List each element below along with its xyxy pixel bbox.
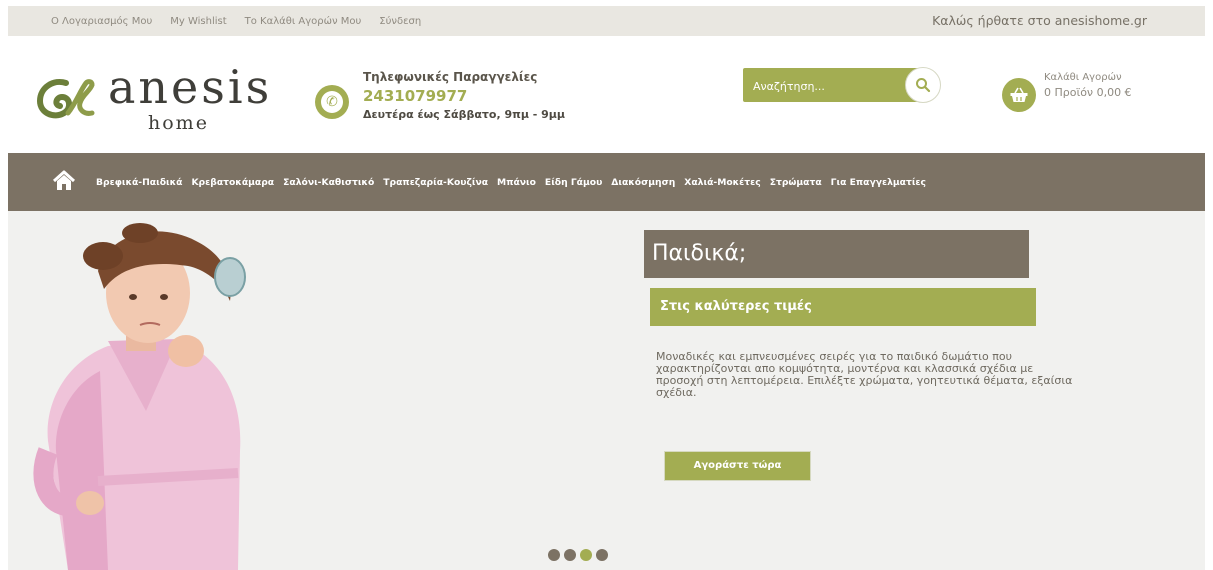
- search-icon: [916, 78, 931, 93]
- wishlist-link[interactable]: My Wishlist: [170, 16, 226, 27]
- nav-item-rugs-carpets[interactable]: Χαλιά-Μοκέτες: [684, 177, 760, 188]
- slide-description: Μοναδικές και εμπνευσμένες σειρές για το…: [656, 350, 1073, 399]
- nav-item-decoration[interactable]: Διακόσμηση: [611, 177, 675, 188]
- logo-swirl-icon[interactable]: [36, 73, 96, 121]
- shop-now-button[interactable]: Αγοράστε τώρα: [665, 452, 810, 480]
- welcome-message: Καλώς ήρθατε στο anesishome.gr: [932, 13, 1147, 28]
- home-icon[interactable]: [52, 169, 76, 193]
- slider-pagination: [548, 549, 608, 561]
- slide-title: Παιδικά;: [644, 230, 1029, 278]
- nav-item-bedroom[interactable]: Κρεβατοκάμαρα: [191, 177, 274, 188]
- main-navigation: Βρεφικά-Παιδικά Κρεβατοκάμαρα Σαλόνι-Καθ…: [8, 153, 1205, 211]
- account-links: Ο Λογαριασμός Μου My Wishlist Το Καλάθι …: [51, 6, 421, 36]
- slider-dot-4[interactable]: [596, 549, 608, 561]
- logo-wordmark[interactable]: anesis: [108, 64, 272, 110]
- slide-subtitle: Στις καλύτερες τιμές: [650, 288, 1036, 326]
- slider-dot-2[interactable]: [564, 549, 576, 561]
- my-account-link[interactable]: Ο Λογαριασμός Μου: [51, 16, 152, 27]
- search-box: [743, 67, 941, 103]
- search-input[interactable]: [751, 75, 905, 97]
- cart-button[interactable]: [1002, 78, 1036, 112]
- cart-summary[interactable]: 0 Προϊόν 0,00 €: [1044, 86, 1132, 99]
- cart-title[interactable]: Καλάθι Αγορών: [1044, 72, 1122, 83]
- top-bar: Ο Λογαριασμός Μου My Wishlist Το Καλάθι …: [8, 6, 1205, 36]
- nav-item-living-room[interactable]: Σαλόνι-Καθιστικό: [283, 177, 374, 188]
- phone-hours: Δευτέρα έως Σάββατο, 9πμ - 9μμ: [363, 108, 565, 121]
- phone-number: 2431079977: [363, 87, 468, 105]
- nav-item-dining-kitchen[interactable]: Τραπεζαρία-Κουζίνα: [383, 177, 488, 188]
- nav-item-wedding[interactable]: Είδη Γάμου: [545, 177, 602, 188]
- page-frame: Ο Λογαριασμός Μου My Wishlist Το Καλάθι …: [8, 6, 1205, 570]
- shopping-basket-icon: [1010, 87, 1028, 102]
- my-cart-link[interactable]: Το Καλάθι Αγορών Μου: [245, 16, 362, 27]
- slider-dot-1[interactable]: [548, 549, 560, 561]
- login-link[interactable]: Σύνδεση: [379, 16, 421, 27]
- nav-item-baby-kids[interactable]: Βρεφικά-Παιδικά: [96, 177, 182, 188]
- phone-icon: ✆: [315, 85, 349, 119]
- header: anesis home ✆ Τηλεφωνικές Παραγγελίες 24…: [8, 36, 1205, 153]
- girl-in-bathrobe-image: [33, 223, 246, 570]
- hero-slider: Παιδικά; Στις καλύτερες τιμές Μοναδικές …: [8, 211, 1205, 570]
- nav-item-mattresses[interactable]: Στρώματα: [770, 177, 822, 188]
- nav-item-professionals[interactable]: Για Επαγγελματίες: [831, 177, 926, 188]
- search-button[interactable]: [905, 67, 941, 103]
- nav-item-bathroom[interactable]: Μπάνιο: [497, 177, 536, 188]
- logo-subtitle: home: [148, 112, 209, 134]
- phone-orders-title: Τηλεφωνικές Παραγγελίες: [363, 70, 538, 84]
- slider-dot-3[interactable]: [580, 549, 592, 561]
